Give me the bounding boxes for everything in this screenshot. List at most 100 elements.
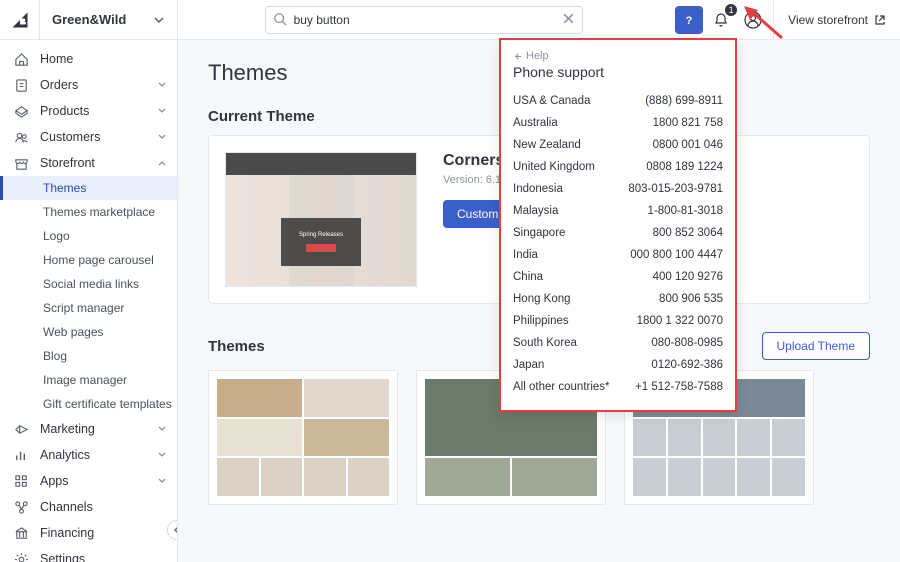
nav-channels[interactable]: Channels [0, 494, 177, 520]
phone-row: Singapore800 852 3064 [513, 222, 723, 244]
phone-number: 803-015-203-9781 [628, 183, 723, 195]
phone-row: Indonesia 803-015-203-9781 [513, 178, 723, 200]
nav-home[interactable]: Home [0, 46, 177, 72]
help-popover: Help Phone support USA & Canada (888) 699… [499, 38, 737, 412]
orders-icon [14, 78, 30, 93]
account-button[interactable] [739, 6, 767, 34]
chevron-down-icon [157, 132, 167, 142]
phone-country: China [513, 271, 543, 283]
nav-apps[interactable]: Apps [0, 468, 177, 494]
phone-country: Japan [513, 359, 544, 371]
nav-settings[interactable]: Settings [0, 546, 177, 562]
phone-country: Australia [513, 117, 558, 129]
chevron-down-icon [157, 80, 167, 90]
external-link-icon [874, 14, 886, 26]
nav-marketing[interactable]: Marketing [0, 416, 177, 442]
gear-icon [14, 552, 30, 562]
phone-row: Malaysia 1-800-81-3018 [513, 200, 723, 222]
phone-country: United Kingdom [513, 161, 595, 173]
store-selector[interactable]: Green&Wild [40, 0, 178, 40]
sub-themes[interactable]: Themes [0, 176, 177, 200]
phone-country: All other countries* [513, 381, 610, 393]
sub-social-links[interactable]: Social media links [0, 272, 177, 296]
search-icon [273, 12, 287, 26]
apps-icon [14, 474, 30, 489]
help-icon: ? [681, 12, 697, 28]
sub-themes-marketplace[interactable]: Themes marketplace [0, 200, 177, 224]
phone-number: 1800 821 758 [653, 117, 723, 129]
search-container [265, 6, 583, 34]
phone-number: 000 800 100 4447 [630, 249, 723, 261]
upload-theme-button[interactable]: Upload Theme [762, 332, 871, 360]
phone-number: 0800 001 046 [653, 139, 723, 151]
help-button[interactable]: ? [675, 6, 703, 34]
popover-back-button[interactable]: Help [513, 50, 723, 62]
phone-country: Indonesia [513, 183, 563, 195]
sub-gift-cert[interactable]: Gift certificate templates [0, 392, 177, 416]
notifications-badge: 1 [725, 4, 737, 16]
arrow-left-icon [513, 52, 522, 61]
view-storefront-label: View storefront [788, 13, 868, 27]
theme-card[interactable] [208, 370, 398, 505]
sub-web-pages[interactable]: Web pages [0, 320, 177, 344]
phone-number: 0120-692-386 [651, 359, 723, 371]
sub-logo[interactable]: Logo [0, 224, 177, 248]
phone-number: 080-808-0985 [651, 337, 723, 349]
search-input[interactable] [265, 6, 583, 34]
nav-analytics[interactable]: Analytics [0, 442, 177, 468]
phone-number: 1-800-81-3018 [648, 205, 723, 217]
phone-row: India 000 800 100 4447 [513, 244, 723, 266]
phone-number: (888) 699-8911 [645, 95, 723, 107]
chevron-down-icon [153, 14, 165, 26]
chevron-down-icon [157, 450, 167, 460]
account-icon [744, 11, 762, 29]
phone-row: Japan 0120-692-386 [513, 354, 723, 376]
phone-row: USA & Canada (888) 699-8911 [513, 90, 723, 112]
store-name: Green&Wild [52, 12, 126, 27]
nav-products[interactable]: Products [0, 98, 177, 124]
phone-number: +1 512-758-7588 [635, 381, 723, 393]
phone-row: Philippines1800 1 322 0070 [513, 310, 723, 332]
nav-financing[interactable]: Financing [0, 520, 177, 546]
view-storefront-link[interactable]: View storefront [773, 0, 900, 40]
search-clear-icon[interactable] [562, 12, 575, 25]
phone-number: 1800 1 322 0070 [637, 315, 723, 327]
phone-row: New Zealand 0800 001 046 [513, 134, 723, 156]
brand-logo[interactable] [0, 0, 40, 40]
phone-list: USA & Canada (888) 699-8911 Australia 1800 … [513, 90, 723, 398]
phone-country: India [513, 249, 538, 261]
phone-country: Malaysia [513, 205, 558, 217]
phone-number: 800 852 3064 [653, 227, 723, 239]
sub-blog[interactable]: Blog [0, 344, 177, 368]
phone-row: Hong Kong800 906 535 [513, 288, 723, 310]
popover-title: Phone support [513, 64, 723, 80]
notifications-button[interactable]: 1 [707, 6, 735, 34]
products-icon [14, 104, 30, 119]
nav-orders[interactable]: Orders [0, 72, 177, 98]
chevron-down-icon [157, 424, 167, 434]
sub-script-manager[interactable]: Script manager [0, 296, 177, 320]
chevron-up-icon [157, 158, 167, 168]
storefront-icon [14, 156, 30, 171]
chevron-down-icon [157, 106, 167, 116]
phone-number: 0808 189 1224 [646, 161, 723, 173]
chevron-down-icon [157, 476, 167, 486]
bigcommerce-logo-icon [11, 11, 29, 29]
channels-icon [14, 500, 30, 515]
home-icon [14, 52, 30, 67]
nav-storefront[interactable]: Storefront [0, 150, 177, 176]
sidebar: Home Orders Products Customers Storefron… [0, 40, 178, 562]
current-theme-thumbnail[interactable]: Spring Releases [225, 152, 417, 287]
nav-customers[interactable]: Customers [0, 124, 177, 150]
phone-row: South Korea080-808-0985 [513, 332, 723, 354]
sub-image-manager[interactable]: Image manager [0, 368, 177, 392]
phone-row: United Kingdom 0808 189 1224 [513, 156, 723, 178]
customers-icon [14, 130, 30, 145]
phone-row: All other countries* +1 512-758-7588 [513, 376, 723, 398]
svg-text:?: ? [686, 15, 693, 27]
sub-home-carousel[interactable]: Home page carousel [0, 248, 177, 272]
phone-country: USA & Canada [513, 95, 590, 107]
phone-country: New Zealand [513, 139, 581, 151]
phone-row: China400 120 9276 [513, 266, 723, 288]
marketing-icon [14, 422, 30, 437]
